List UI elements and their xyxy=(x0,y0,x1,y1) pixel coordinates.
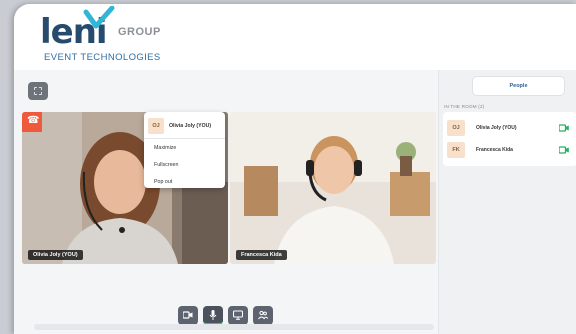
people-panel: People IN THE ROOM (2) OJ Olivia Joly (Y… xyxy=(438,70,576,334)
list-item[interactable]: OJ Olivia Joly (YOU) xyxy=(447,120,576,136)
menu-item-pop-out[interactable]: Pop out xyxy=(154,179,172,185)
participants-button[interactable] xyxy=(253,306,273,325)
screen-share-icon xyxy=(233,310,243,320)
microphone-icon xyxy=(209,310,217,320)
video-feed-image xyxy=(230,112,436,264)
camera-toggle-button[interactable] xyxy=(178,306,198,325)
name-tag-remote: Francesca Kida xyxy=(236,250,287,260)
participant-name: Francesca Kida xyxy=(476,147,513,153)
avatar: OJ xyxy=(447,120,465,136)
video-stage: ☎ Olivia Joly (YOU) Francesca Kida OJ Ol… xyxy=(14,70,438,334)
horizontal-scrollbar[interactable] xyxy=(34,324,434,330)
camera-on-icon xyxy=(559,124,569,132)
video-camera-icon xyxy=(183,311,193,319)
participant-name: Olivia Joly (YOU) xyxy=(476,125,517,131)
phone-hangup-icon: ☎ xyxy=(27,115,40,126)
avatar: OJ xyxy=(148,118,164,134)
menu-user-name: Olivia Joly (YOU) xyxy=(169,123,212,129)
tab-people[interactable]: People xyxy=(472,76,565,96)
list-item[interactable]: FK Francesca Kida xyxy=(447,142,576,158)
menu-header: OJ Olivia Joly (YOU) xyxy=(148,118,222,134)
room-count-label: IN THE ROOM (2) xyxy=(444,104,485,109)
avatar: FK xyxy=(447,142,465,158)
leave-call-button[interactable]: ☎ xyxy=(22,112,42,132)
screen-share-button[interactable] xyxy=(228,306,248,325)
menu-item-maximize[interactable]: Maximize xyxy=(154,145,176,151)
tile-context-menu: OJ Olivia Joly (YOU) Maximize Fullscreen… xyxy=(144,112,225,188)
expand-icon xyxy=(34,87,42,95)
participants-icon xyxy=(258,310,268,320)
camera-on-icon xyxy=(559,146,569,154)
microphone-toggle-button[interactable] xyxy=(203,306,223,325)
logo-subtitle: EVENT TECHNOLOGIES xyxy=(44,52,161,63)
participant-list: OJ Olivia Joly (YOU) FK Francesca Kida xyxy=(443,112,576,166)
app-window: leni GROUP EVENT TECHNOLOGIES ☎ Olivia J… xyxy=(14,4,576,334)
name-tag-self: Olivia Joly (YOU) xyxy=(28,250,83,260)
video-tile-remote[interactable]: Francesca Kida xyxy=(230,112,436,264)
header: leni GROUP EVENT TECHNOLOGIES xyxy=(14,4,576,70)
menu-divider xyxy=(144,138,225,139)
menu-item-fullscreen[interactable]: Fullscreen xyxy=(154,162,178,168)
logo-group-text: GROUP xyxy=(118,26,161,38)
logo-check-icon xyxy=(83,6,115,29)
layout-toggle-button[interactable] xyxy=(28,82,48,100)
